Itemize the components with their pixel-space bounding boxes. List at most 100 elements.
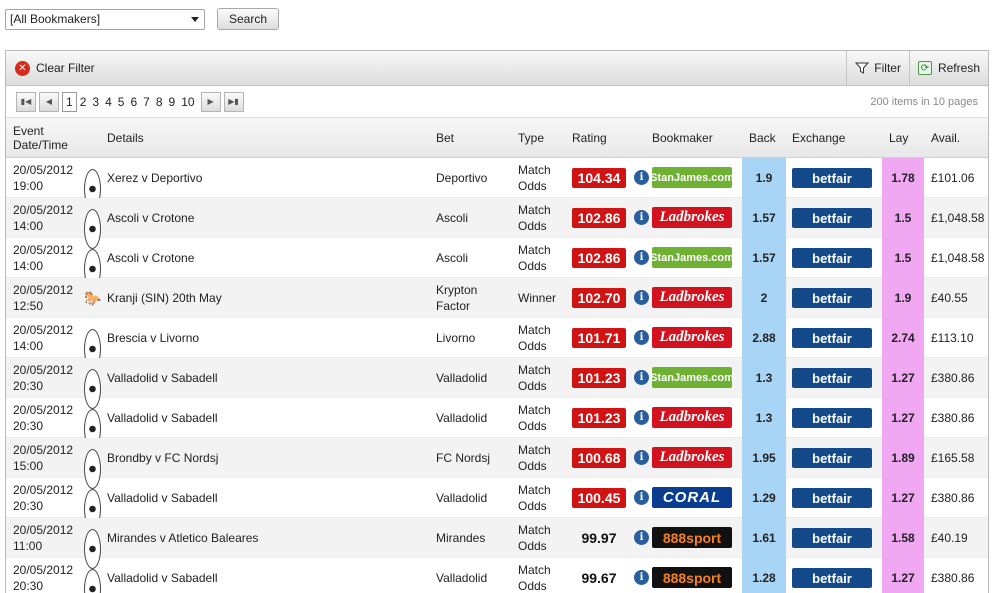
exchange-logo[interactable]: betfair: [792, 328, 872, 348]
event-details[interactable]: Xerez v Deportivo: [107, 158, 202, 198]
col-lay[interactable]: Lay: [889, 118, 908, 158]
table-row[interactable]: 20/05/2012 19:00 Xerez v Deportivo Depor…: [6, 158, 988, 209]
page-number-link[interactable]: 3: [89, 92, 102, 112]
info-icon[interactable]: i: [634, 290, 649, 305]
last-page-button[interactable]: ▶▮: [223, 91, 244, 112]
table-row[interactable]: 20/05/2012 15:00 Brondby v FC Nordsj FC …: [6, 438, 988, 489]
clear-filter-button[interactable]: ✕ Clear Filter: [15, 60, 95, 76]
page-number-link[interactable]: 9: [166, 92, 179, 112]
back-odds[interactable]: 1.3: [742, 398, 786, 438]
event-details[interactable]: Brondby v FC Nordsj: [107, 438, 218, 478]
back-odds[interactable]: 1.9: [742, 158, 786, 198]
table-row[interactable]: 20/05/2012 14:00 Brescia v Livorno Livor…: [6, 318, 988, 369]
bookmaker-logo[interactable]: Ladbrokes: [652, 447, 732, 468]
exchange-logo[interactable]: betfair: [792, 448, 872, 468]
exchange-logo[interactable]: betfair: [792, 168, 872, 188]
back-odds[interactable]: 2: [742, 278, 786, 318]
col-bookmaker[interactable]: Bookmaker: [652, 118, 713, 158]
bookmaker-logo[interactable]: CORAL: [652, 487, 732, 508]
info-icon[interactable]: i: [634, 450, 649, 465]
page-number-link[interactable]: 2: [77, 92, 90, 112]
lay-odds[interactable]: 1.9: [882, 278, 924, 318]
col-back[interactable]: Back: [749, 118, 776, 158]
page-number-link[interactable]: 10: [178, 92, 197, 112]
exchange-logo[interactable]: betfair: [792, 288, 872, 308]
info-icon[interactable]: i: [634, 330, 649, 345]
table-row[interactable]: 20/05/2012 20:30 Valladolid v Sabadell V…: [6, 398, 988, 449]
exchange-logo[interactable]: betfair: [792, 368, 872, 388]
back-odds[interactable]: 1.95: [742, 438, 786, 478]
event-details[interactable]: Valladolid v Sabadell: [107, 478, 218, 518]
col-type[interactable]: Type: [518, 118, 544, 158]
table-row[interactable]: 20/05/2012 14:00 Ascoli v Crotone Ascoli…: [6, 198, 988, 249]
event-details[interactable]: Mirandes v Atletico Baleares: [107, 518, 258, 558]
table-row[interactable]: 20/05/2012 20:30 Valladolid v Sabadell V…: [6, 478, 988, 529]
info-icon[interactable]: i: [634, 570, 649, 585]
exchange-logo[interactable]: betfair: [792, 208, 872, 228]
lay-odds[interactable]: 1.78: [882, 158, 924, 198]
back-odds[interactable]: 1.57: [742, 238, 786, 278]
lay-odds[interactable]: 1.89: [882, 438, 924, 478]
lay-odds[interactable]: 1.27: [882, 358, 924, 398]
event-details[interactable]: Valladolid v Sabadell: [107, 358, 218, 398]
bookmaker-logo[interactable]: Ladbrokes: [652, 407, 732, 428]
lay-odds[interactable]: 1.27: [882, 558, 924, 593]
search-button[interactable]: Search: [217, 8, 280, 30]
bookmaker-logo[interactable]: Ladbrokes: [652, 327, 732, 348]
bookmaker-logo[interactable]: 888sport: [652, 567, 732, 588]
lay-odds[interactable]: 2.74: [882, 318, 924, 358]
event-details[interactable]: Brescia v Livorno: [107, 318, 199, 358]
bookmaker-logo[interactable]: Ladbrokes: [652, 207, 732, 228]
prev-page-button[interactable]: ◀: [39, 91, 59, 112]
col-event-date[interactable]: Event Date/Time: [13, 118, 83, 158]
next-page-button[interactable]: ▶: [200, 91, 221, 112]
bookmaker-logo[interactable]: StanJames.com: [650, 247, 734, 268]
table-row[interactable]: 20/05/2012 11:00 Mirandes v Atletico Bal…: [6, 518, 988, 569]
back-odds[interactable]: 1.61: [742, 518, 786, 558]
page-number-link[interactable]: 1: [62, 91, 77, 112]
exchange-logo[interactable]: betfair: [792, 248, 872, 268]
lay-odds[interactable]: 1.27: [882, 398, 924, 438]
table-row[interactable]: 20/05/2012 14:00 Ascoli v Crotone Ascoli…: [6, 238, 988, 289]
event-details[interactable]: Ascoli v Crotone: [107, 198, 194, 238]
lay-odds[interactable]: 1.58: [882, 518, 924, 558]
lay-odds[interactable]: 1.5: [882, 238, 924, 278]
exchange-logo[interactable]: betfair: [792, 568, 872, 588]
back-odds[interactable]: 1.28: [742, 558, 786, 593]
col-exchange[interactable]: Exchange: [792, 118, 845, 158]
filter-button[interactable]: Filter: [846, 51, 909, 85]
bookmaker-logo[interactable]: Ladbrokes: [652, 287, 732, 308]
info-icon[interactable]: i: [634, 170, 649, 185]
page-number-link[interactable]: 7: [140, 92, 153, 112]
info-icon[interactable]: i: [634, 410, 649, 425]
page-number-link[interactable]: 5: [115, 92, 128, 112]
lay-odds[interactable]: 1.27: [882, 478, 924, 518]
col-bet[interactable]: Bet: [436, 118, 454, 158]
refresh-button[interactable]: ⟳ Refresh: [908, 51, 988, 85]
event-details[interactable]: Kranji (SIN) 20th May: [107, 278, 222, 318]
info-icon[interactable]: i: [634, 370, 649, 385]
table-row[interactable]: 20/05/2012 20:30 Valladolid v Sabadell V…: [6, 558, 988, 593]
col-rating[interactable]: Rating: [572, 118, 607, 158]
back-odds[interactable]: 2.88: [742, 318, 786, 358]
info-icon[interactable]: i: [634, 210, 649, 225]
event-details[interactable]: Ascoli v Crotone: [107, 238, 194, 278]
exchange-logo[interactable]: betfair: [792, 408, 872, 428]
lay-odds[interactable]: 1.5: [882, 198, 924, 238]
exchange-logo[interactable]: betfair: [792, 488, 872, 508]
bookmaker-logo[interactable]: 888sport: [652, 527, 732, 548]
col-avail[interactable]: Avail.: [931, 118, 960, 158]
bookmaker-logo[interactable]: StanJames.com: [650, 367, 734, 388]
event-details[interactable]: Valladolid v Sabadell: [107, 398, 218, 438]
page-number-link[interactable]: 4: [102, 92, 115, 112]
event-details[interactable]: Valladolid v Sabadell: [107, 558, 218, 593]
table-row[interactable]: 20/05/2012 12:50 🐎 Kranji (SIN) 20th May…: [6, 278, 988, 318]
page-number-link[interactable]: 8: [153, 92, 166, 112]
exchange-logo[interactable]: betfair: [792, 528, 872, 548]
first-page-button[interactable]: ▮◀: [16, 91, 36, 112]
bookmaker-logo[interactable]: StanJames.com: [650, 167, 734, 188]
table-row[interactable]: 20/05/2012 20:30 Valladolid v Sabadell V…: [6, 358, 988, 409]
info-icon[interactable]: i: [634, 250, 649, 265]
col-details[interactable]: Details: [107, 118, 144, 158]
bookmaker-select[interactable]: [All Bookmakers]: [5, 8, 205, 30]
